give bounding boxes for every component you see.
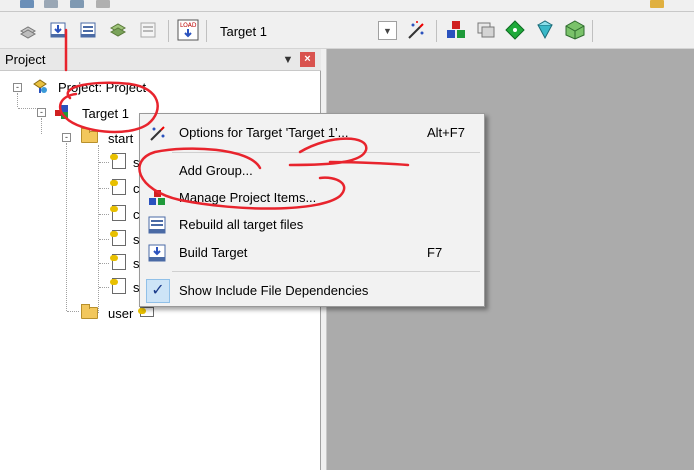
menu-item-label: Options for Target 'Target 1'... (179, 125, 349, 140)
copy-layers-button[interactable] (474, 18, 498, 42)
project-panel-header: Project ▼ × (0, 49, 321, 71)
build-icon (148, 244, 166, 262)
gem-tool-button[interactable] (533, 18, 557, 42)
green-diamond-icon (505, 20, 525, 40)
menu-item-rebuild[interactable]: Rebuild all target files (142, 212, 482, 238)
tree-connector (66, 143, 67, 311)
tree-connector (99, 263, 109, 264)
toolbar-mini-icon[interactable] (70, 0, 84, 8)
tree-connector (99, 162, 109, 163)
source-file-icon (110, 179, 126, 195)
stop-build-icon (140, 22, 156, 38)
menu-item-label: Show Include File Dependencies (179, 283, 369, 298)
diamond-tool-button[interactable] (503, 18, 527, 42)
target-select-value: Target 1 (220, 24, 267, 39)
tree-connector (18, 108, 36, 109)
menu-separator (172, 271, 480, 272)
magic-wand-icon (408, 21, 424, 39)
translate-button[interactable] (16, 18, 40, 42)
panel-title: Project (5, 52, 46, 67)
build-icon (50, 22, 66, 38)
svg-text:LOAD: LOAD (180, 22, 197, 29)
target-select[interactable]: Target 1 ▼ (210, 20, 400, 42)
toolbar-separator (592, 20, 593, 42)
tree-item-project-root[interactable]: Project: Project (58, 76, 146, 98)
checkmark-icon: ✓ (146, 279, 170, 303)
source-file-icon (110, 254, 126, 270)
manage-items-icon (447, 21, 465, 38)
stop-build-button[interactable] (136, 18, 160, 42)
rebuild-button[interactable] (76, 18, 100, 42)
tree-connector (41, 118, 42, 134)
project-root-icon (33, 79, 47, 93)
translate-icon (19, 26, 37, 39)
tree-item-label: user (108, 305, 134, 321)
options-wand-icon (150, 126, 165, 141)
chevron-down-icon[interactable]: ▼ (378, 21, 397, 40)
menu-separator (172, 152, 480, 153)
folder-icon (81, 304, 98, 319)
tree-connector (99, 214, 109, 215)
menu-item-shortcut: Alt+F7 (427, 125, 465, 140)
load-icon: LOAD (177, 19, 199, 41)
manage-items-button[interactable] (444, 18, 468, 42)
folder-icon (81, 128, 98, 143)
menu-item-label: Build Target (179, 245, 248, 260)
toolbar-mini-icon[interactable] (44, 0, 58, 8)
tree-item-label: Project: Project (58, 79, 147, 95)
tree-item-target[interactable]: Target 1 (82, 102, 129, 124)
stack-icon (109, 23, 127, 37)
build-button[interactable] (46, 18, 70, 42)
target-options-button[interactable] (404, 18, 428, 42)
tree-connector (99, 188, 109, 189)
source-file-icon (110, 278, 126, 294)
pack-installer-button[interactable] (563, 18, 587, 42)
collapse-toggle[interactable]: - (62, 133, 71, 142)
tree-item-label: Target 1 (82, 105, 129, 121)
menu-item-manage-project-items[interactable]: Manage Project Items... (142, 185, 482, 211)
collapse-toggle[interactable]: - (13, 83, 22, 92)
tree-connector (99, 287, 109, 288)
batch-build-button[interactable] (106, 18, 130, 42)
package-icon (565, 20, 585, 40)
menu-item-add-group[interactable]: Add Group... (142, 158, 482, 184)
download-button[interactable]: LOAD (176, 18, 200, 42)
tree-connector (99, 239, 109, 240)
tree-connector (17, 93, 18, 107)
manage-items-icon (149, 190, 165, 205)
toolbar-mini-icon[interactable] (96, 0, 110, 8)
tree-connector (67, 311, 79, 312)
menu-item-label: Rebuild all target files (179, 217, 304, 232)
pin-icon[interactable]: ▼ (281, 53, 295, 67)
close-icon[interactable]: × (300, 52, 315, 67)
target-icon (55, 105, 68, 119)
rebuild-icon (80, 22, 96, 38)
toolbar-separator (168, 20, 169, 42)
context-menu: Options for Target 'Target 1'... Alt+F7 … (139, 113, 485, 307)
toolbar-mini-icon[interactable] (650, 0, 664, 8)
collapse-toggle[interactable]: - (37, 108, 46, 117)
toolbar-mini-icon[interactable] (20, 0, 34, 8)
menu-item-show-include-deps[interactable]: ✓ Show Include File Dependencies (142, 278, 482, 304)
toolbar-separator (436, 20, 437, 42)
menu-item-options-for-target[interactable]: Options for Target 'Target 1'... Alt+F7 (142, 120, 482, 146)
rebuild-icon (148, 216, 166, 234)
menu-item-shortcut: F7 (427, 245, 443, 260)
tree-item-label: start (108, 130, 134, 146)
menu-item-label: Manage Project Items... (179, 190, 317, 205)
menu-toolbar-strip (0, 0, 694, 12)
toolbar-separator (206, 20, 207, 42)
tree-item-group-user[interactable]: user (108, 302, 133, 324)
source-file-icon (110, 153, 126, 169)
uvision-window: LOAD Target 1 ▼ Project ▼ × - Project: P… (0, 0, 694, 470)
source-file-icon (138, 307, 154, 317)
tree-item-group-start[interactable]: start (108, 127, 133, 149)
source-file-icon (110, 230, 126, 246)
menu-item-build-target[interactable]: Build Target F7 (142, 240, 482, 266)
menu-item-label: Add Group... (179, 163, 253, 178)
gem-icon (537, 20, 553, 40)
layers-icon (477, 22, 495, 38)
build-toolbar: LOAD Target 1 ▼ (0, 12, 694, 49)
source-file-icon (110, 205, 126, 221)
